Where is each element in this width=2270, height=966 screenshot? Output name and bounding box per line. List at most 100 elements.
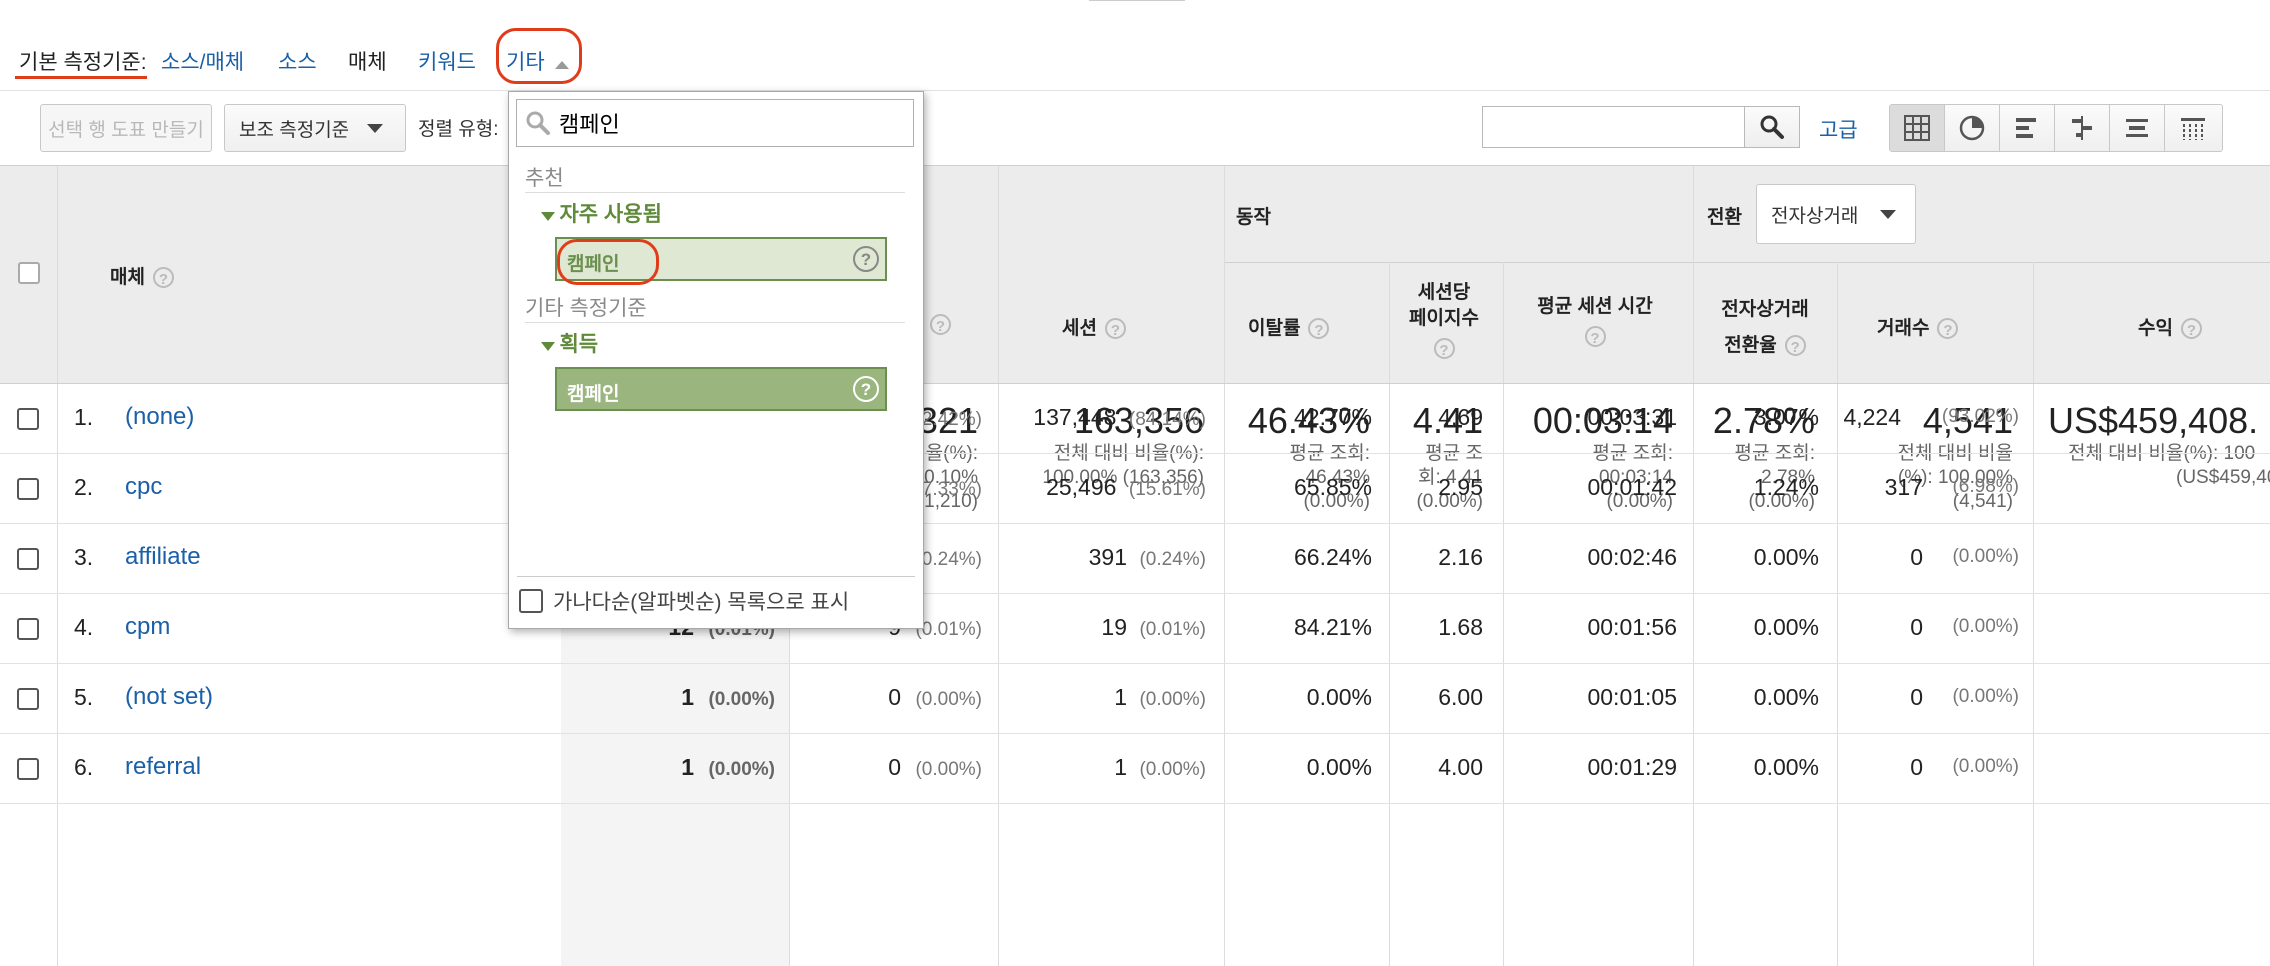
row-number: 3.	[74, 544, 94, 570]
group-recommended-label: 추천	[525, 167, 564, 190]
dimension-option-keyword[interactable]: 키워드	[418, 46, 476, 76]
table-search	[1482, 106, 1800, 148]
dimension-option-source[interactable]: 소스	[278, 46, 317, 76]
row-checkbox[interactable]	[17, 478, 39, 500]
search-icon	[1760, 115, 1784, 139]
row-dimension-link[interactable]: (not set)	[125, 683, 213, 711]
row-number: 2.	[74, 474, 94, 500]
help-icon[interactable]: ?	[1308, 318, 1330, 340]
col-header-ecommerce-rate[interactable]: 전자상거래 전환율?	[1700, 292, 1830, 364]
sort-type-label: 정렬 유형:	[418, 119, 499, 140]
cell-avg-session-duration: 00:01:29	[1587, 754, 1677, 780]
table-row: 3. affiliate 314 (0.26%) 264 (0.24%) 391…	[0, 524, 2270, 594]
top-divider	[1089, 0, 1185, 1]
select-all-checkbox[interactable]	[18, 262, 40, 284]
primary-dimension-bar: 기본 측정기준: 소스/매체 소스 매체 키워드 기타	[0, 0, 2270, 90]
help-icon[interactable]: ?	[853, 376, 879, 402]
cell-sessions: 137,448 (84.14%)	[1033, 404, 1206, 430]
advanced-link[interactable]: 고급	[1819, 114, 1858, 144]
section-frequent[interactable]: 자주 사용됨	[541, 198, 662, 228]
help-icon[interactable]: ?	[1104, 318, 1126, 340]
cell-bounce-rate: 84.21%	[1293, 614, 1372, 640]
term-cloud-view-button[interactable]	[2110, 105, 2165, 151]
divider	[525, 322, 905, 323]
help-icon[interactable]: ?	[930, 314, 951, 335]
comparison-view-button[interactable]	[2055, 105, 2110, 151]
triangle-down-icon	[541, 212, 555, 221]
row-dimension-link[interactable]: affiliate	[125, 543, 201, 571]
help-icon[interactable]: ?	[1433, 338, 1455, 359]
red-circle-annotation	[496, 28, 582, 84]
pivot-view-button[interactable]	[2165, 105, 2220, 151]
create-chart-button[interactable]: 선택 행 도표 만들기	[40, 104, 212, 152]
col-header-pages-per-session[interactable]: 세션당 페이지수?	[1390, 280, 1498, 359]
help-icon[interactable]: ?	[853, 246, 879, 272]
row-number: 1.	[74, 404, 94, 430]
cell-pages-per-session: 6.00	[1438, 684, 1483, 710]
col-header-transactions[interactable]: 거래수?	[1877, 313, 1959, 340]
toolbar-top-border	[0, 90, 2270, 91]
row-checkbox[interactable]	[17, 688, 39, 710]
help-icon[interactable]: ?	[1584, 326, 1606, 348]
group-header-behavior: 동작	[1236, 207, 1271, 228]
red-circle-annotation	[557, 239, 659, 285]
option-campaign-acquisition[interactable]: 캠페인 ?	[555, 367, 887, 411]
col-header-sessions[interactable]: 세션?	[1062, 313, 1126, 340]
cell-pages-per-session: 1.68	[1438, 614, 1483, 640]
search-button[interactable]	[1744, 107, 1799, 147]
pivot-icon	[2180, 118, 2205, 140]
cell-avg-session-duration: 00:01:56	[1587, 614, 1677, 640]
row-number: 4.	[74, 614, 94, 640]
pie-view-button[interactable]	[1945, 105, 2000, 151]
row-dimension-link[interactable]: cpm	[125, 613, 170, 641]
col-header-revenue[interactable]: 수익?	[2138, 313, 2202, 340]
row-number: 5.	[74, 684, 94, 710]
help-icon[interactable]: ?	[1937, 318, 1959, 340]
performance-view-button[interactable]	[2000, 105, 2055, 151]
table-view-button[interactable]	[1890, 105, 1945, 151]
cell-sessions: 19 (0.01%)	[1101, 614, 1206, 640]
row-dimension-link[interactable]: (none)	[125, 403, 194, 431]
cell-sessions: 1 (0.00%)	[1114, 684, 1206, 710]
row-checkbox[interactable]	[17, 548, 39, 570]
row-checkbox[interactable]	[17, 408, 39, 430]
cell-ecommerce-rate: 0.00%	[1753, 614, 1819, 640]
divider	[525, 192, 905, 193]
row-dimension-link[interactable]: referral	[125, 753, 201, 781]
header-group-divider	[1225, 262, 2270, 263]
row-checkbox[interactable]	[17, 618, 39, 640]
alphabetical-toggle[interactable]: 가나다순(알파벳순) 목록으로 표시	[519, 586, 849, 616]
cell-pages-per-session: 2.95	[1438, 474, 1483, 500]
cell-ecommerce-rate: 0.00%	[1753, 754, 1819, 780]
dimension-option-medium-active[interactable]: 매체	[348, 46, 387, 76]
help-icon[interactable]: ?	[2180, 318, 2202, 340]
help-icon[interactable]: ?	[1784, 335, 1806, 357]
cell-bounce-rate: 0.00%	[1306, 754, 1372, 780]
table-row: 5. (not set) 1 (0.00%) 0 (0.00%) 1 (0.00…	[0, 664, 2270, 734]
group-header-conversion: 전환	[1707, 207, 1742, 228]
cell-bounce-rate: 65.85%	[1293, 474, 1372, 500]
col-header-avg-session-duration[interactable]: 평균 세션 시간?	[1505, 292, 1685, 352]
dimension-search	[516, 99, 914, 147]
secondary-dimension-dropdown[interactable]: 보조 측정기준	[224, 104, 406, 152]
conversion-type-dropdown[interactable]: 전자상거래	[1756, 184, 1916, 244]
cell-ecommerce-rate: 3.07%	[1753, 404, 1819, 430]
table-search-input[interactable]	[1483, 107, 1744, 147]
pie-chart-icon	[1959, 115, 1985, 141]
divider	[517, 576, 915, 577]
cell-users: 1 (0.00%)	[681, 754, 775, 780]
col-header-bounce-rate[interactable]: 이탈률?	[1248, 313, 1330, 340]
term-cloud-icon	[2126, 119, 2148, 137]
dimension-search-input[interactable]	[557, 109, 901, 137]
section-acquisition[interactable]: 획득	[541, 328, 598, 358]
alphabetical-checkbox[interactable]	[519, 589, 543, 613]
cell-bounce-rate: 0.00%	[1306, 684, 1372, 710]
chevron-down-icon	[367, 123, 384, 133]
cell-ecommerce-rate: 1.24%	[1753, 474, 1819, 500]
cell-users: 1 (0.00%)	[681, 684, 775, 710]
help-icon[interactable]: ?	[152, 267, 174, 289]
dimension-option-source-medium[interactable]: 소스/매체	[161, 46, 244, 76]
row-checkbox[interactable]	[17, 758, 39, 780]
cell-bounce-rate: 66.24%	[1293, 544, 1372, 570]
row-dimension-link[interactable]: cpc	[125, 473, 162, 501]
